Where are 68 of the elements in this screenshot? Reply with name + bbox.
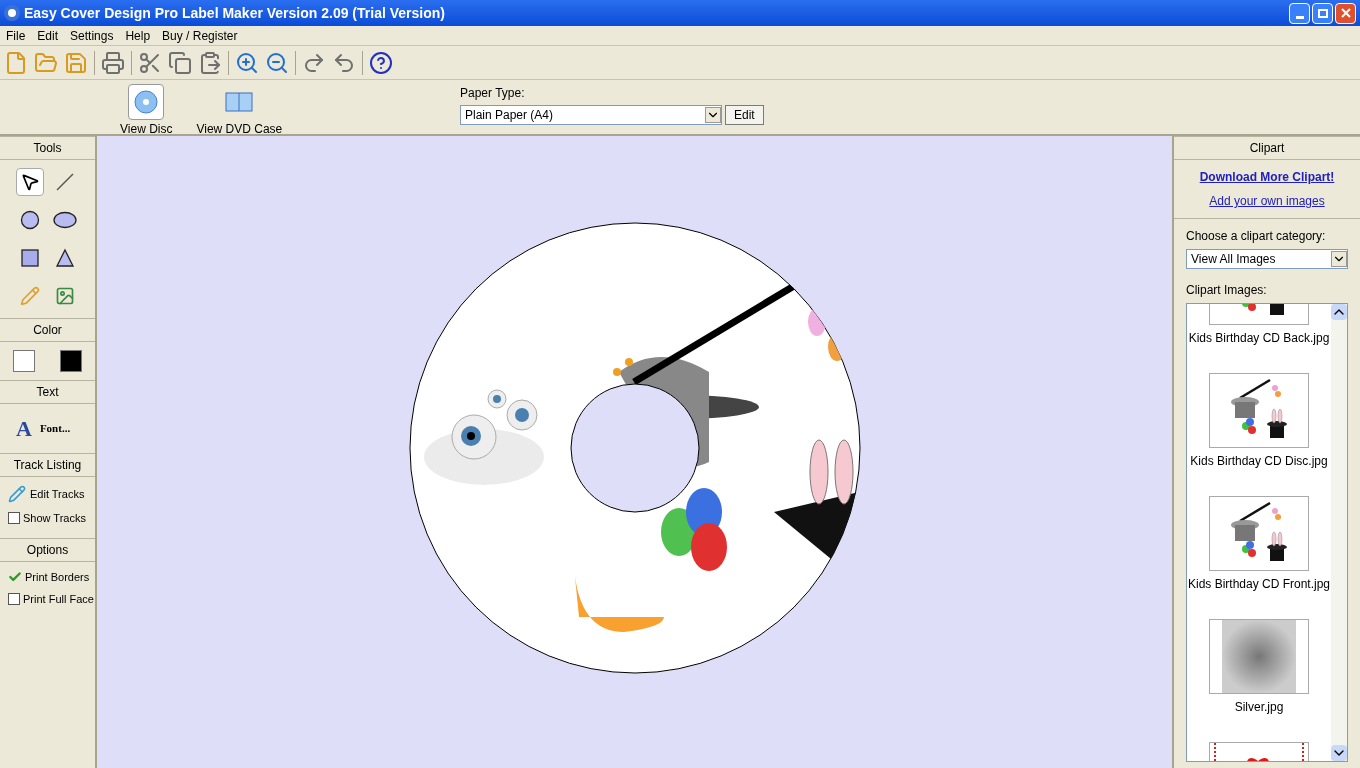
checked-checkbox[interactable] — [8, 569, 22, 584]
scrollbar[interactable] — [1331, 304, 1347, 761]
checkbox-label: Print Borders — [25, 569, 90, 585]
paper-type-dropdown[interactable]: Plain Paper (A4) — [460, 105, 722, 125]
restore-icon — [1317, 8, 1328, 18]
ellipse-icon — [53, 210, 78, 230]
triangle-icon — [55, 248, 76, 268]
line-icon — [55, 172, 76, 192]
help-icon[interactable] — [369, 50, 393, 75]
dvd-case-icon — [225, 92, 254, 112]
app-icon — [4, 5, 20, 21]
disc-icon — [134, 90, 159, 114]
font-button[interactable]: A Font... — [0, 404, 95, 453]
add-images-link[interactable]: Add your own images — [1209, 192, 1325, 210]
paper-type-label: Paper Type: — [460, 85, 526, 102]
menu-item[interactable]: File — [0, 26, 32, 45]
section-header: Tools — [0, 136, 95, 160]
close-icon — [1339, 7, 1352, 19]
checkbox-label: Show Tracks — [23, 511, 86, 526]
zoom-out-icon[interactable] — [265, 50, 289, 75]
close-button[interactable] — [1335, 2, 1356, 24]
pointer-icon — [19, 172, 40, 192]
section-header: Color — [0, 318, 95, 342]
circle-icon — [19, 210, 40, 230]
category-dropdown[interactable]: View All Images — [1186, 249, 1348, 269]
color-swatch[interactable] — [12, 350, 35, 372]
clipart-caption: Silver.jpg — [1234, 699, 1284, 716]
menu-item[interactable]: Buy / Register — [156, 26, 244, 45]
edit-tracks-button[interactable]: Edit Tracks — [0, 477, 95, 507]
menu-item[interactable]: Help — [119, 26, 157, 45]
clipart-caption: Kids Birthday CD Front.jpg — [1187, 576, 1331, 593]
menu-item[interactable]: Settings — [64, 26, 120, 45]
section-header: Track Listing — [0, 453, 95, 477]
clipart-caption: Kids Birthday CD Disc.jpg — [1190, 453, 1328, 470]
pencil-icon — [19, 286, 40, 306]
tool-button[interactable] — [15, 168, 44, 196]
edit-button[interactable]: Edit — [725, 105, 764, 125]
clipart-thumbnail[interactable] — [1209, 619, 1309, 694]
picture-icon — [55, 286, 76, 306]
checkbox[interactable] — [8, 593, 20, 606]
color-swatch[interactable] — [60, 350, 83, 372]
section-header: Options — [0, 537, 95, 562]
menu-item[interactable]: Edit — [31, 26, 65, 45]
copy-icon[interactable] — [168, 50, 192, 75]
letter-a-icon: A — [16, 412, 32, 445]
zoom-in-icon[interactable] — [235, 50, 259, 75]
clipart-images-label: Clipart Images: — [1185, 282, 1268, 299]
checkbox[interactable] — [8, 512, 20, 525]
print-icon[interactable] — [101, 50, 125, 75]
minimize-button[interactable] — [1289, 2, 1310, 24]
scroll-down-icon — [1331, 745, 1347, 761]
clipart-thumbnail[interactable] — [1209, 373, 1309, 448]
minimize-icon — [1295, 15, 1304, 19]
maximize-button[interactable] — [1312, 2, 1333, 24]
cut-icon[interactable] — [138, 50, 162, 75]
window-title: Easy Cover Design Pro Label Maker Version 2.09 (Trial Version) — [24, 3, 446, 23]
view-button[interactable]: View DVD Case — [196, 84, 283, 138]
scroll-up-icon — [1331, 304, 1347, 320]
section-header: Text — [0, 380, 95, 404]
paste-icon[interactable] — [198, 50, 222, 75]
category-label: Choose a clipart category: — [1185, 228, 1327, 245]
clipart-thumbnail[interactable] — [1209, 496, 1309, 571]
section-header: Clipart — [1174, 136, 1360, 160]
square-icon — [19, 248, 40, 268]
download-clipart-link[interactable]: Download More Clipart! — [1199, 168, 1335, 186]
clipart-caption: Kids Birthday CD Back.jpg — [1188, 330, 1330, 347]
view-button[interactable]: View Disc — [120, 84, 173, 138]
checkbox-label: Print Full Face — [23, 592, 94, 607]
